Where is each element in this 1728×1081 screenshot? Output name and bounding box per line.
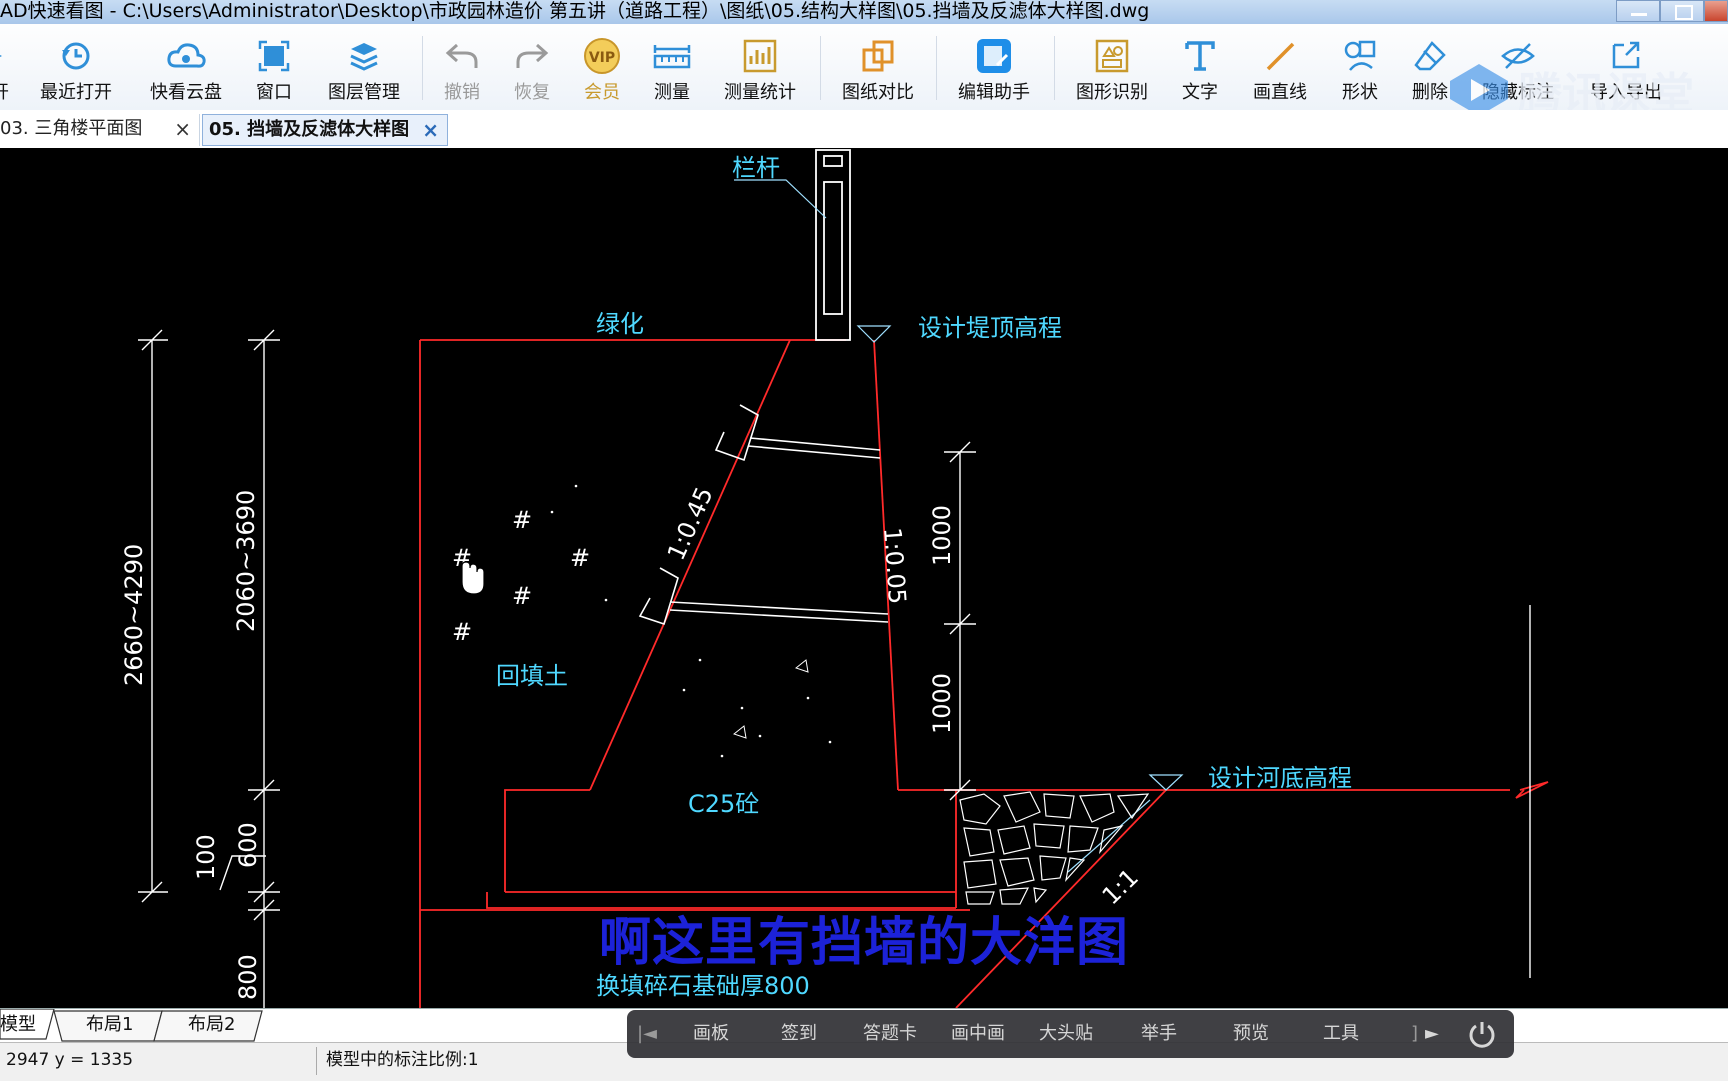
tab-close-icon[interactable]: × xyxy=(422,115,439,145)
backfill-label: 回填土 xyxy=(496,662,568,690)
status-divider xyxy=(316,1047,317,1075)
layout-tab-layout2[interactable]: 布局2 xyxy=(188,1011,235,1041)
dim-outer-text: 2660~4290 xyxy=(120,544,148,686)
slope-front-text: 1:0.05 xyxy=(878,526,911,605)
whiteboard-button[interactable]: 画板 xyxy=(693,1010,729,1058)
maximize-button[interactable] xyxy=(1660,0,1704,22)
concrete-label: C25砼 xyxy=(688,790,759,818)
vip-icon: VIP xyxy=(582,36,622,76)
layout-tab-layout1[interactable]: 布局1 xyxy=(86,1011,133,1041)
tab-label: 03. 三角楼平面图 xyxy=(0,118,143,139)
live-class-toolbar: |◄ 画板 签到 答题卡 画中画 大头贴 举手 预览 工具 ] ► xyxy=(627,1010,1514,1058)
cloud-icon xyxy=(166,36,206,76)
text-icon xyxy=(1180,36,1220,76)
draw-line-button[interactable]: 画直线 xyxy=(1250,24,1310,110)
toolbar-separator xyxy=(820,36,821,100)
tab-retaining-wall-detail[interactable]: 05. 挡墙及反滤体大样图 × xyxy=(202,114,448,146)
railing-label: 栏杆 xyxy=(732,154,780,182)
measure-button[interactable]: 测量 xyxy=(650,24,694,110)
tools-button[interactable]: 工具 xyxy=(1323,1010,1359,1058)
drawing-labels: 栏杆 绿化 设计堤顶高程 设计河底高程 回填土 C25砼 换填碎石基础厚800 xyxy=(496,154,1352,1000)
answer-card-button[interactable]: 答题卡 xyxy=(863,1010,917,1058)
power-icon[interactable] xyxy=(1467,1019,1497,1049)
vip-badge-text: VIP xyxy=(589,50,615,66)
raise-hand-button[interactable]: 举手 xyxy=(1141,1010,1177,1058)
tab-triangle-floor-plan[interactable]: 03. 三角楼平面图 × xyxy=(0,114,200,146)
dim-upper-text: 1000 xyxy=(928,505,956,566)
document-tab-bar: 03. 三角楼平面图 × 05. 挡墙及反滤体大样图 × xyxy=(0,110,1728,149)
picture-in-picture-button[interactable]: 画中画 xyxy=(951,1010,1005,1058)
line-icon xyxy=(1260,36,1300,76)
hatch-mark: # xyxy=(570,544,590,572)
dim-100-text: 100 xyxy=(192,834,220,880)
railing-post xyxy=(815,149,851,341)
compare-icon xyxy=(858,36,898,76)
play-icon[interactable]: ► xyxy=(1425,1010,1439,1058)
shape-button[interactable]: 形状 xyxy=(1338,24,1382,110)
text-button[interactable]: 文字 xyxy=(1178,24,1222,110)
open-icon xyxy=(0,36,20,76)
edit-assistant-button[interactable]: 编辑助手 xyxy=(954,24,1034,110)
leader-lines xyxy=(734,179,1184,873)
cad-drawing: 栏杆 绿化 设计堤顶高程 设计河底高程 回填土 C25砼 换填碎石基础厚800 … xyxy=(120,149,1549,1008)
window-icon xyxy=(254,36,294,76)
layout-tab-shapes xyxy=(0,1009,263,1042)
drawing-compare-button[interactable]: 图纸对比 xyxy=(838,24,918,110)
layout-tab-model[interactable]: 模型 xyxy=(0,1011,36,1041)
preview-button[interactable]: 预览 xyxy=(1233,1010,1269,1058)
foundation-label: 换填碎石基础厚800 xyxy=(596,972,810,1000)
redo-icon xyxy=(512,36,552,76)
hatch-mark: # xyxy=(512,506,532,534)
main-toolbar: 开 最近打开 快看云盘 窗口 图层管理 撤销 恢复 VIP 会员 测量 测量统计… xyxy=(0,24,1728,120)
video-subtitle: 啊这里有挡墙的大洋图 xyxy=(598,913,1129,973)
coordinate-readout: 2947 y = 1335 xyxy=(6,1050,134,1070)
title-bar: AD快速看图 - C:\Users\Administrator\Desktop\… xyxy=(0,0,1728,24)
hand-cursor-icon xyxy=(457,561,485,595)
close-button[interactable] xyxy=(1704,0,1728,22)
layer-management-button[interactable]: 图层管理 xyxy=(324,24,404,110)
slope-back-text: 1:0.45 xyxy=(662,483,719,565)
recent-open-button[interactable]: 最近打开 xyxy=(36,24,116,110)
measure-stats-icon xyxy=(740,36,780,76)
eraser-icon xyxy=(1410,36,1450,76)
bottom-elevation-label: 设计河底高程 xyxy=(1208,764,1352,792)
tab-close-icon[interactable]: × xyxy=(174,114,191,144)
hatch-mark: # xyxy=(452,618,472,646)
layers-icon xyxy=(344,36,384,76)
sign-in-button[interactable]: 签到 xyxy=(781,1010,817,1058)
toolbar-separator xyxy=(936,36,937,100)
collapse-handle-icon[interactable]: |◄ xyxy=(637,1010,657,1058)
shape-recognize-button[interactable]: 图形识别 xyxy=(1072,24,1152,110)
toolbar-separator xyxy=(1054,36,1055,100)
window-title: AD快速看图 - C:\Users\Administrator\Desktop\… xyxy=(0,0,1150,22)
redo-button[interactable]: 恢复 xyxy=(510,24,554,110)
undo-icon xyxy=(442,36,482,76)
hatch-mark: # xyxy=(512,582,532,610)
greening-label: 绿化 xyxy=(596,310,644,338)
drawing-canvas[interactable]: 栏杆 绿化 设计堤顶高程 设计河底高程 回填土 C25砼 换填碎石基础厚800 … xyxy=(0,148,1728,1008)
drain-pipes xyxy=(638,404,889,626)
dim-inner-text: 2060~3690 xyxy=(232,490,260,632)
cloud-disk-button[interactable]: 快看云盘 xyxy=(146,24,226,110)
ruler-icon xyxy=(652,36,692,76)
top-elevation-label: 设计堤顶高程 xyxy=(918,314,1062,342)
sticker-button[interactable]: 大头贴 xyxy=(1039,1010,1093,1058)
cad-edit-icon xyxy=(974,36,1014,76)
open-button[interactable]: 开 xyxy=(0,24,14,110)
shape-icon xyxy=(1340,36,1380,76)
vip-button[interactable]: VIP 会员 xyxy=(580,24,624,110)
measure-stats-button[interactable]: 测量统计 xyxy=(720,24,800,110)
dim-600-text: 600 xyxy=(234,822,262,868)
minimize-button[interactable] xyxy=(1616,0,1660,22)
dim-lower-text: 1000 xyxy=(928,673,956,734)
toolbar-separator xyxy=(422,36,423,100)
window-button[interactable]: 窗口 xyxy=(252,24,296,110)
recent-icon xyxy=(56,36,96,76)
more-indicator: ] xyxy=(1411,1023,1419,1044)
shape-recognize-icon xyxy=(1092,36,1132,76)
annotation-scale: 模型中的标注比例:1 xyxy=(326,1050,479,1070)
tab-label: 05. 挡墙及反滤体大样图 xyxy=(209,119,410,140)
undo-button[interactable]: 撤销 xyxy=(440,24,484,110)
